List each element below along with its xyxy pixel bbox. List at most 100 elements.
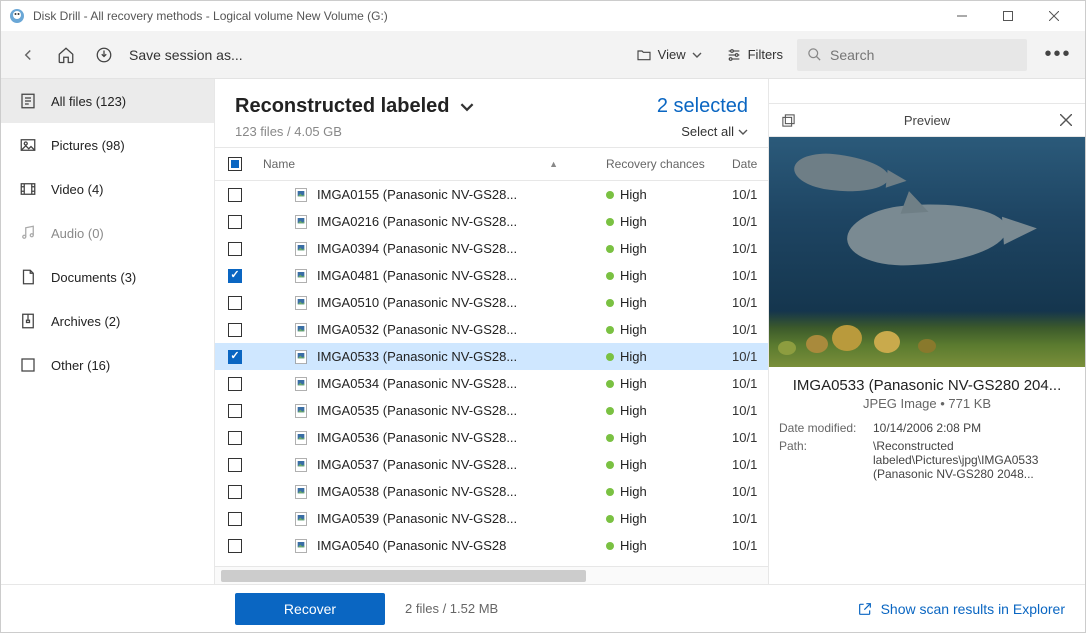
recover-button[interactable]: Recover xyxy=(235,593,385,625)
meta-key-path: Path: xyxy=(779,439,863,481)
file-name: IMGA0536 (Panasonic NV-GS28... xyxy=(317,430,517,445)
status-dot-icon xyxy=(606,191,614,199)
table-body[interactable]: IMGA0155 (Panasonic NV-GS28...High10/1IM… xyxy=(215,181,768,566)
recovery-label: High xyxy=(620,349,647,364)
recovery-label: High xyxy=(620,376,647,391)
row-date: 10/1 xyxy=(728,403,768,418)
view-dropdown[interactable]: View xyxy=(626,38,712,72)
home-button[interactable] xyxy=(49,38,83,72)
archives-icon xyxy=(19,312,37,330)
row-checkbox[interactable] xyxy=(228,296,242,310)
row-checkbox[interactable] xyxy=(228,188,242,202)
sidebar-item-archives[interactable]: Archives (2) xyxy=(1,299,214,343)
recovery-label: High xyxy=(620,214,647,229)
all-files-icon xyxy=(19,92,37,110)
save-session-label[interactable]: Save session as... xyxy=(129,47,243,63)
column-name[interactable]: Name ▲ xyxy=(255,157,598,171)
table-row[interactable]: IMGA0534 (Panasonic NV-GS28...High10/1 xyxy=(215,370,768,397)
row-date: 10/1 xyxy=(728,376,768,391)
table-row[interactable]: IMGA0481 (Panasonic NV-GS28...High10/1 xyxy=(215,262,768,289)
file-icon xyxy=(293,457,309,473)
row-checkbox[interactable] xyxy=(228,323,242,337)
app-logo-icon xyxy=(9,8,25,24)
table-row[interactable]: IMGA0216 (Panasonic NV-GS28... High 10/1 xyxy=(215,208,768,235)
row-checkbox[interactable] xyxy=(228,404,242,418)
row-checkbox[interactable] xyxy=(228,269,242,283)
file-icon xyxy=(293,376,309,392)
row-date: 10/1 xyxy=(728,214,768,229)
row-date: 10/1 xyxy=(728,349,768,364)
pop-out-icon[interactable] xyxy=(779,111,797,129)
table-row[interactable]: IMGA0536 (Panasonic NV-GS28...High10/1 xyxy=(215,424,768,451)
sidebar-item-label: Documents (3) xyxy=(51,270,136,285)
file-name: IMGA0216 (Panasonic NV-GS28... xyxy=(317,214,517,229)
folder-icon xyxy=(636,47,652,63)
row-checkbox[interactable] xyxy=(228,431,242,445)
sidebar-item-pictures[interactable]: Pictures (98) xyxy=(1,123,214,167)
more-menu-button[interactable]: ••• xyxy=(1041,38,1075,72)
select-all-checkbox[interactable] xyxy=(228,157,242,171)
footer: Recover 2 files / 1.52 MB Show scan resu… xyxy=(1,584,1085,632)
recovery-label: High xyxy=(620,322,647,337)
recovery-label: High xyxy=(620,457,647,472)
meta-val-date: 10/14/2006 2:08 PM xyxy=(873,421,1075,435)
sidebar-item-documents[interactable]: Documents (3) xyxy=(1,255,214,299)
file-icon xyxy=(293,403,309,419)
status-dot-icon xyxy=(606,542,614,550)
column-date[interactable]: Date xyxy=(728,157,768,171)
preview-image xyxy=(769,137,1085,367)
row-checkbox[interactable] xyxy=(228,512,242,526)
preview-filename: IMGA0533 (Panasonic NV-GS280 204... xyxy=(769,367,1085,396)
file-name: IMGA0540 (Panasonic NV-GS28 xyxy=(317,538,506,553)
row-checkbox[interactable] xyxy=(228,458,242,472)
back-button[interactable] xyxy=(11,38,45,72)
window-minimize-button[interactable] xyxy=(939,1,985,31)
table-row[interactable]: IMGA0538 (Panasonic NV-GS28...High10/1 xyxy=(215,478,768,505)
select-all-dropdown[interactable]: Select all xyxy=(657,124,748,139)
window-maximize-button[interactable] xyxy=(985,1,1031,31)
file-name: IMGA0538 (Panasonic NV-GS28... xyxy=(317,484,517,499)
table-row[interactable]: IMGA0539 (Panasonic NV-GS28...High10/1 xyxy=(215,505,768,532)
table-row[interactable]: IMGA0532 (Panasonic NV-GS28...High10/1 xyxy=(215,316,768,343)
row-checkbox[interactable] xyxy=(228,539,242,553)
table-row[interactable]: IMGA0535 (Panasonic NV-GS28...High10/1 xyxy=(215,397,768,424)
table-row[interactable]: IMGA0510 (Panasonic NV-GS28...High10/1 xyxy=(215,289,768,316)
file-icon xyxy=(293,430,309,446)
chevron-down-icon xyxy=(460,100,474,114)
table-row[interactable]: IMGA0394 (Panasonic NV-GS28...High10/1 xyxy=(215,235,768,262)
filters-button[interactable]: Filters xyxy=(716,38,793,72)
file-icon xyxy=(293,484,309,500)
sidebar-item-other[interactable]: Other (16) xyxy=(1,343,214,387)
selected-count: 2 selected xyxy=(657,95,748,118)
other-icon xyxy=(19,356,37,374)
table-row[interactable]: IMGA0155 (Panasonic NV-GS28...High10/1 xyxy=(215,181,768,208)
horizontal-scrollbar[interactable] xyxy=(215,566,768,584)
status-dot-icon xyxy=(606,326,614,334)
row-date: 10/1 xyxy=(728,187,768,202)
preview-close-button[interactable] xyxy=(1057,111,1075,129)
file-icon xyxy=(293,187,309,203)
meta-key-date: Date modified: xyxy=(779,421,863,435)
column-recovery[interactable]: Recovery chances xyxy=(598,157,728,171)
row-date: 10/1 xyxy=(728,322,768,337)
breadcrumb-dropdown[interactable]: Reconstructed labeled xyxy=(235,95,657,118)
explorer-link[interactable]: Show scan results in Explorer xyxy=(857,601,1065,617)
row-date: 10/1 xyxy=(728,241,768,256)
sidebar-item-audio[interactable]: Audio (0) xyxy=(1,211,214,255)
row-checkbox[interactable] xyxy=(228,242,242,256)
recovery-label: High xyxy=(620,241,647,256)
sidebar-item-all-files[interactable]: All files (123) xyxy=(1,79,214,123)
sidebar-item-video[interactable]: Video (4) xyxy=(1,167,214,211)
row-checkbox[interactable] xyxy=(228,377,242,391)
file-icon xyxy=(293,214,309,230)
search-input[interactable] xyxy=(830,47,1017,63)
row-checkbox[interactable] xyxy=(228,485,242,499)
row-checkbox[interactable] xyxy=(228,215,242,229)
table-row[interactable]: IMGA0540 (Panasonic NV-GS28High10/1 xyxy=(215,532,768,559)
row-checkbox[interactable] xyxy=(228,350,242,364)
window-close-button[interactable] xyxy=(1031,1,1077,31)
table-row[interactable]: IMGA0533 (Panasonic NV-GS28...High10/1 xyxy=(215,343,768,370)
search-box[interactable] xyxy=(797,39,1027,71)
save-session-icon[interactable] xyxy=(87,38,121,72)
table-row[interactable]: IMGA0537 (Panasonic NV-GS28...High10/1 xyxy=(215,451,768,478)
